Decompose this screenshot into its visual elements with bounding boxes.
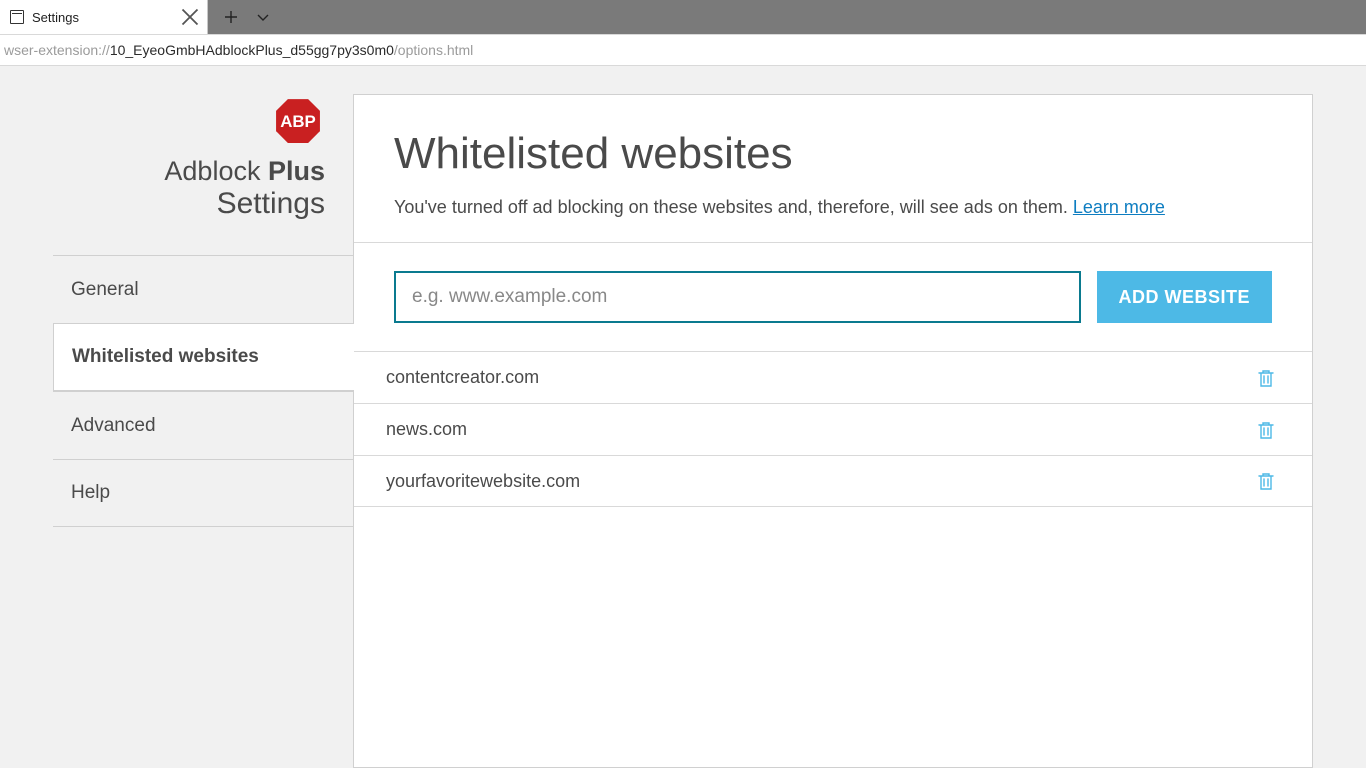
svg-text:ABP: ABP: [280, 112, 316, 131]
layout: ABP Adblock Plus Settings General Whitel…: [53, 94, 1313, 768]
tab-actions: [208, 0, 286, 34]
sidebar-item-label: General: [71, 279, 139, 301]
page-description: You've turned off ad blocking on these w…: [394, 197, 1272, 218]
browser-chrome: Settings wser-extension://10_EyeoGmbHAdb…: [0, 0, 1366, 66]
sidebar-item-label: Whitelisted websites: [72, 346, 259, 368]
sidebar-item-help[interactable]: Help: [53, 459, 353, 527]
page: ABP Adblock Plus Settings General Whitel…: [0, 66, 1366, 768]
trash-icon[interactable]: [1252, 416, 1280, 444]
abp-logo-icon: ABP: [271, 94, 325, 148]
sidebar-item-label: Advanced: [71, 415, 156, 437]
sidebar: ABP Adblock Plus Settings General Whitel…: [53, 94, 353, 768]
whitelist-table: contentcreator.com news.com yourfavorite…: [354, 351, 1312, 507]
table-row: news.com: [354, 403, 1312, 455]
logo-wrap: ABP: [53, 94, 353, 148]
url-host: 10_EyeoGmbHAdblockPlus_d55gg7py3s0m0: [110, 42, 394, 58]
url-path: /options.html: [394, 42, 473, 58]
sidebar-item-general[interactable]: General: [53, 255, 353, 323]
brand-bold: Plus: [268, 156, 325, 186]
new-tab-button[interactable]: [216, 2, 246, 32]
site-domain: news.com: [386, 419, 1252, 440]
main-content: Whitelisted websites You've turned off a…: [353, 94, 1313, 768]
tabs-dropdown-button[interactable]: [248, 2, 278, 32]
learn-more-link[interactable]: Learn more: [1073, 197, 1165, 217]
main-header: Whitelisted websites You've turned off a…: [354, 95, 1312, 242]
address-bar[interactable]: wser-extension://10_EyeoGmbHAdblockPlus_…: [0, 34, 1366, 66]
description-text: You've turned off ad blocking on these w…: [394, 197, 1073, 217]
table-row: contentcreator.com: [354, 351, 1312, 403]
add-website-row: ADD WEBSITE: [354, 243, 1312, 351]
browser-tab[interactable]: Settings: [0, 0, 208, 34]
brand-subtitle: Settings: [53, 187, 353, 221]
site-domain: yourfavoritewebsite.com: [386, 471, 1252, 492]
sidebar-item-whitelisted[interactable]: Whitelisted websites: [53, 323, 354, 391]
site-domain: contentcreator.com: [386, 367, 1252, 388]
tab-title: Settings: [32, 10, 173, 25]
tab-bar: Settings: [0, 0, 1366, 34]
add-website-input[interactable]: [394, 271, 1081, 323]
close-icon[interactable]: [181, 8, 199, 26]
sidebar-item-advanced[interactable]: Advanced: [53, 391, 353, 459]
sidebar-nav: General Whitelisted websites Advanced He…: [53, 255, 353, 527]
sidebar-item-label: Help: [71, 482, 110, 504]
brand-title: Adblock Plus: [53, 156, 353, 187]
brand-first: Adblock: [164, 156, 268, 186]
trash-icon[interactable]: [1252, 364, 1280, 392]
url-prefix: wser-extension://: [4, 42, 110, 58]
page-title: Whitelisted websites: [394, 129, 1272, 179]
page-icon: [10, 10, 24, 24]
add-website-button[interactable]: ADD WEBSITE: [1097, 271, 1273, 323]
table-row: yourfavoritewebsite.com: [354, 455, 1312, 507]
trash-icon[interactable]: [1252, 467, 1280, 495]
